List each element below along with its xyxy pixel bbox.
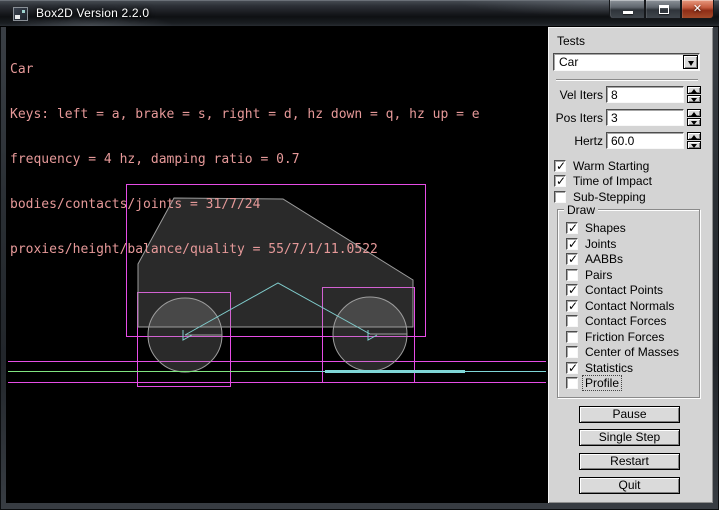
maximize-icon [659, 5, 669, 14]
checkbox-box[interactable] [566, 331, 578, 343]
hertz-spinner-down[interactable] [687, 141, 701, 149]
hertz-spinner [687, 132, 701, 149]
pos-iters-spinner-up[interactable] [687, 109, 701, 117]
stats-line-keys: Keys: left = a, brake = s, right = d, hz… [10, 107, 480, 122]
pause-button[interactable]: Pause [579, 406, 680, 423]
checkbox-label: Contact Points [585, 283, 663, 297]
tests-label: Tests [557, 34, 585, 48]
pos-iters-spinner [687, 109, 701, 126]
pos-iters-row: Pos Iters [548, 109, 708, 126]
vel-iters-spinner-up[interactable] [687, 86, 701, 94]
checkbox-label: Joints [585, 237, 616, 251]
app-icon-pixel [15, 15, 20, 19]
hertz-field[interactable] [606, 132, 684, 149]
minimize-button[interactable] [609, 0, 645, 19]
hertz-label: Hertz [548, 134, 603, 148]
pos-iters-spinner-down[interactable] [687, 118, 701, 126]
chevron-down-icon [688, 61, 694, 66]
maximize-button[interactable] [645, 0, 681, 19]
pos-iters-field[interactable] [606, 109, 684, 126]
checkbox-label: Friction Forces [585, 330, 664, 344]
stats-line-frequency: frequency = 4 hz, damping ratio = 0.7 [10, 152, 480, 167]
app-icon[interactable] [13, 7, 28, 21]
checkbox-label: Time of Impact [573, 174, 652, 188]
checkbox-box[interactable] [566, 377, 578, 389]
quit-button[interactable]: Quit [579, 477, 680, 494]
tests-dropdown[interactable]: Car [553, 53, 700, 71]
checkbox-box[interactable] [554, 175, 566, 187]
hertz-spinner-up[interactable] [687, 132, 701, 140]
checkbox-label: Contact Forces [585, 314, 666, 328]
checkbox-box[interactable] [566, 362, 578, 374]
tests-dropdown-value: Car [559, 55, 578, 69]
simulation-canvas[interactable]: Car Keys: left = a, brake = s, right = d… [6, 27, 548, 503]
arrow-down-icon [691, 98, 697, 102]
arrow-down-icon [691, 121, 697, 125]
single-step-button[interactable]: Single Step [579, 429, 680, 446]
draw-group-label: Draw [564, 203, 598, 217]
checkbox-box[interactable] [566, 269, 578, 281]
arrow-up-icon [691, 135, 697, 139]
checkbox-label: Profile [583, 376, 621, 390]
arrow-up-icon [691, 89, 697, 93]
checkbox-box[interactable] [566, 300, 578, 312]
checkbox-label: Statistics [585, 361, 633, 375]
caption-buttons: ✕ [609, 0, 714, 19]
vel-iters-field[interactable] [606, 86, 684, 103]
vel-iters-row: Vel Iters [548, 86, 708, 103]
checkbox-box[interactable] [566, 315, 578, 327]
control-panel: Tests Car Vel Iters Pos Iters [548, 27, 713, 503]
checkbox-box[interactable] [566, 284, 578, 296]
tests-dropdown-button[interactable] [683, 55, 698, 69]
stats-line-counts: bodies/contacts/joints = 31/7/24 [10, 197, 480, 212]
separator [556, 79, 698, 81]
vel-iters-spinner [687, 86, 701, 103]
titlebar[interactable]: Box2D Version 2.2.0 ✕ [0, 0, 719, 27]
vel-iters-label: Vel Iters [548, 88, 603, 102]
pos-iters-label: Pos Iters [548, 111, 603, 125]
checkbox-box[interactable] [566, 222, 578, 234]
checkbox-label: AABBs [585, 252, 623, 266]
app-icon-pixel-teal [22, 10, 25, 13]
restart-button[interactable]: Restart [579, 453, 680, 470]
close-icon: ✕ [682, 2, 713, 15]
checkbox-label: Center of Masses [585, 345, 679, 359]
arrow-down-icon [691, 144, 697, 148]
checkbox-label: Warm Starting [573, 159, 649, 173]
hertz-row: Hertz [548, 132, 708, 149]
close-button[interactable]: ✕ [681, 0, 714, 19]
checkbox-label: Shapes [585, 221, 626, 235]
checkbox-box[interactable] [554, 191, 566, 203]
stats-line-title: Car [10, 62, 480, 77]
stats-line-proxies: proxies/height/balance/quality = 55/7/1/… [10, 242, 480, 257]
checkbox-label: Sub-Stepping [573, 190, 646, 204]
window-title: Box2D Version 2.2.0 [36, 6, 149, 20]
vel-iters-spinner-down[interactable] [687, 95, 701, 103]
checkbox-box[interactable] [566, 253, 578, 265]
checkbox-box[interactable] [566, 346, 578, 358]
arrow-up-icon [691, 112, 697, 116]
minimize-icon [623, 11, 633, 14]
checkbox-label: Contact Normals [585, 299, 674, 313]
checkbox-label: Pairs [585, 268, 612, 282]
checkbox-box[interactable] [554, 160, 566, 172]
stats-text: Car Keys: left = a, brake = s, right = d… [10, 32, 480, 287]
app-window: Box2D Version 2.2.0 ✕ [0, 0, 719, 510]
checkbox-box[interactable] [566, 238, 578, 250]
